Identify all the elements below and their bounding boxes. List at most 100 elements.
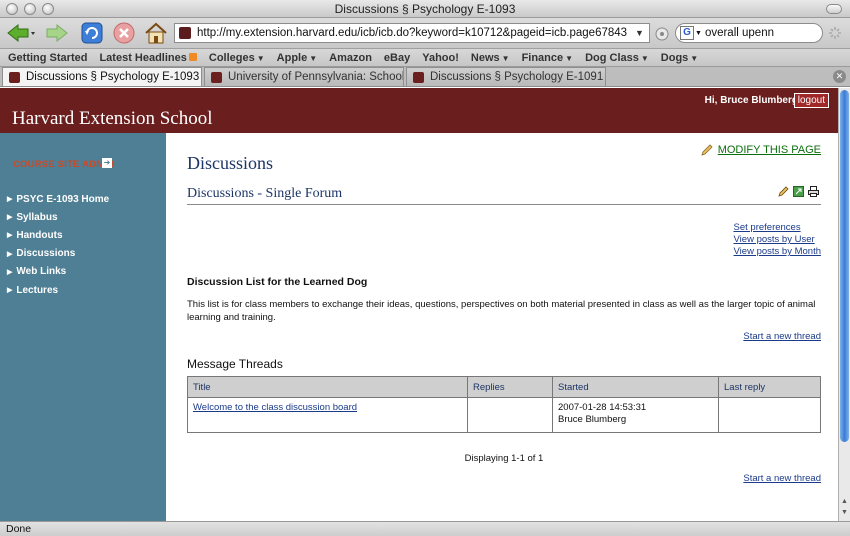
- dropdown-arrow-icon: ▼: [690, 53, 699, 63]
- sidebar-item-psyc-e-1093-home[interactable]: ▶ PSYC E-1093 Home: [7, 190, 109, 208]
- view-posts-by-month-link[interactable]: View posts by Month: [734, 246, 821, 257]
- forum-options: Set preferences View posts by User View po…: [734, 222, 821, 258]
- sidebar-item-handouts[interactable]: ▶ Handouts: [7, 226, 109, 244]
- bullet-arrow-icon: ▶: [7, 287, 13, 295]
- modify-page-link[interactable]: MODIFY THIS PAGE: [701, 144, 821, 156]
- bookmark-colleges[interactable]: Colleges ▼: [209, 52, 265, 64]
- start-new-thread-link-bottom[interactable]: Start a new thread: [743, 473, 821, 484]
- sidebar-item-label: Discussions: [16, 248, 76, 260]
- view-posts-by-user-link[interactable]: View posts by User: [734, 234, 815, 245]
- go-icon[interactable]: [655, 27, 669, 41]
- browser-tab[interactable]: Discussions § Psychology E-1093: [2, 67, 202, 86]
- threads-table-header: Title Replies Started Last reply: [187, 376, 821, 398]
- zoom-window-button[interactable]: [42, 3, 54, 15]
- dropdown-arrow-icon: ▼: [309, 53, 318, 63]
- thread-title-link[interactable]: Welcome to the class discussion board: [193, 402, 357, 413]
- search-box[interactable]: G ▼ overall upenn: [675, 23, 823, 43]
- table-row: Welcome to the class discussion board 200…: [187, 397, 821, 433]
- column-started[interactable]: Started: [552, 376, 719, 398]
- pencil-icon: [701, 144, 713, 156]
- close-tab-icon[interactable]: ✕: [833, 70, 846, 83]
- bookmark-label: Getting Started: [8, 51, 88, 64]
- bookmark-label: Colleges: [208, 51, 255, 64]
- start-new-thread-link[interactable]: Start a new thread: [743, 331, 821, 342]
- edit-icon[interactable]: [778, 186, 789, 197]
- thread-title-cell: Welcome to the class discussion board: [187, 397, 468, 433]
- search-engine-dropdown-icon[interactable]: ▼: [695, 30, 702, 37]
- bookmark-latest-headlines[interactable]: Latest Headlines: [99, 52, 197, 64]
- google-icon[interactable]: G: [680, 26, 694, 40]
- logout-button[interactable]: logout: [793, 93, 829, 108]
- search-input[interactable]: overall upenn: [705, 27, 774, 39]
- column-title[interactable]: Title: [187, 376, 468, 398]
- admin-arrow-icon[interactable]: ➜: [102, 158, 112, 168]
- forward-icon: [46, 23, 68, 43]
- pagination-info: Displaying 1-1 of 1: [464, 453, 544, 464]
- home-button[interactable]: [143, 22, 169, 44]
- bookmark-finance[interactable]: Finance ▼: [522, 52, 574, 64]
- back-icon: [7, 23, 35, 43]
- status-text: Done: [6, 523, 32, 535]
- window-title: Discussions § Psychology E-1093: [334, 2, 516, 16]
- title-divider: [187, 204, 821, 205]
- toolbar-toggle-button[interactable]: [826, 4, 842, 14]
- message-threads-heading: Message Threads: [187, 357, 283, 371]
- column-last-reply[interactable]: Last reply: [718, 376, 821, 398]
- bookmark-dogs[interactable]: Dogs ▼: [661, 52, 698, 64]
- bookmark-yahoo[interactable]: Yahoo!: [422, 52, 459, 64]
- sidebar-item-label: Syllabus: [16, 211, 58, 223]
- tab-favicon-icon: [9, 71, 20, 83]
- threads-table: Title Replies Started Last reply Welcome…: [187, 376, 821, 433]
- bookmarks-toolbar: Getting Started Latest Headlines Colleges ▼…: [0, 49, 850, 67]
- discussion-description: This list is for class members to exchan…: [187, 299, 816, 323]
- print-icon[interactable]: [808, 186, 819, 197]
- back-button[interactable]: [4, 22, 38, 44]
- column-replies[interactable]: Replies: [467, 376, 553, 398]
- set-preferences-link[interactable]: Set preferences: [734, 222, 801, 233]
- bookmark-label: Dog Class: [585, 51, 639, 64]
- page-title: Discussions: [187, 153, 274, 173]
- sidebar-item-web-links[interactable]: ▶ Web Links: [7, 263, 109, 281]
- browser-tab[interactable]: Discussions § Psychology E-1091: [406, 67, 606, 86]
- discussion-list-heading: Discussion List for the Learned Dog: [187, 276, 368, 288]
- scroll-up-icon[interactable]: ▲: [840, 498, 849, 507]
- course-site-admin-link[interactable]: COURSE SITE ADMIN: [13, 159, 114, 170]
- popout-icon[interactable]: [793, 186, 804, 197]
- stop-button[interactable]: [112, 22, 136, 44]
- scroll-down-icon[interactable]: ▼: [840, 509, 849, 518]
- sidebar-item-label: Web Links: [16, 266, 67, 278]
- minimize-window-button[interactable]: [24, 3, 36, 15]
- sidebar-item-label: PSYC E-1093 Home: [16, 193, 110, 205]
- web-page: Harvard Extension School Hi, Bruce Blumb…: [0, 88, 838, 521]
- dropdown-arrow-icon: ▼: [640, 53, 649, 63]
- close-window-button[interactable]: [6, 3, 18, 15]
- school-name[interactable]: Harvard Extension School: [12, 108, 213, 130]
- modify-page-label[interactable]: MODIFY THIS PAGE: [718, 144, 821, 156]
- bookmark-news[interactable]: News ▼: [471, 52, 510, 64]
- bookmark-amazon[interactable]: Amazon: [329, 52, 372, 64]
- address-bar[interactable]: http://my.extension.harvard.edu/icb/icb.…: [174, 23, 650, 43]
- site-favicon-icon: [179, 27, 191, 39]
- bullet-arrow-icon: ▶: [7, 250, 13, 258]
- browser-tab[interactable]: University of Pennsylvania: School ...: [204, 67, 404, 86]
- tab-bar: Discussions § Psychology E-1093 Universit…: [0, 67, 850, 87]
- stop-icon: [113, 22, 135, 44]
- bookmark-label: Amazon: [329, 51, 372, 64]
- bookmark-dog-class[interactable]: Dog Class ▼: [585, 52, 649, 64]
- thread-last-reply-cell: [718, 397, 821, 433]
- sidebar-item-discussions[interactable]: ▶ Discussions: [7, 245, 109, 263]
- reload-button[interactable]: [79, 22, 105, 44]
- bookmark-apple[interactable]: Apple ▼: [277, 52, 317, 64]
- tab-favicon-icon: [211, 71, 222, 83]
- bookmark-getting-started[interactable]: Getting Started: [8, 52, 87, 64]
- url-text[interactable]: http://my.extension.harvard.edu/icb/icb.…: [197, 27, 635, 39]
- history-dropdown-icon[interactable]: ▼: [635, 28, 649, 38]
- rss-icon: [188, 52, 197, 61]
- bullet-arrow-icon: ▶: [7, 214, 13, 222]
- forward-button[interactable]: [42, 22, 70, 44]
- sidebar-item-syllabus[interactable]: ▶ Syllabus: [7, 208, 109, 226]
- sidebar-item-lectures[interactable]: ▶ Lectures: [7, 281, 109, 299]
- vertical-scrollbar[interactable]: ▲ ▼: [838, 88, 850, 521]
- scrollbar-thumb[interactable]: [840, 90, 849, 442]
- bookmark-ebay[interactable]: eBay: [384, 52, 410, 64]
